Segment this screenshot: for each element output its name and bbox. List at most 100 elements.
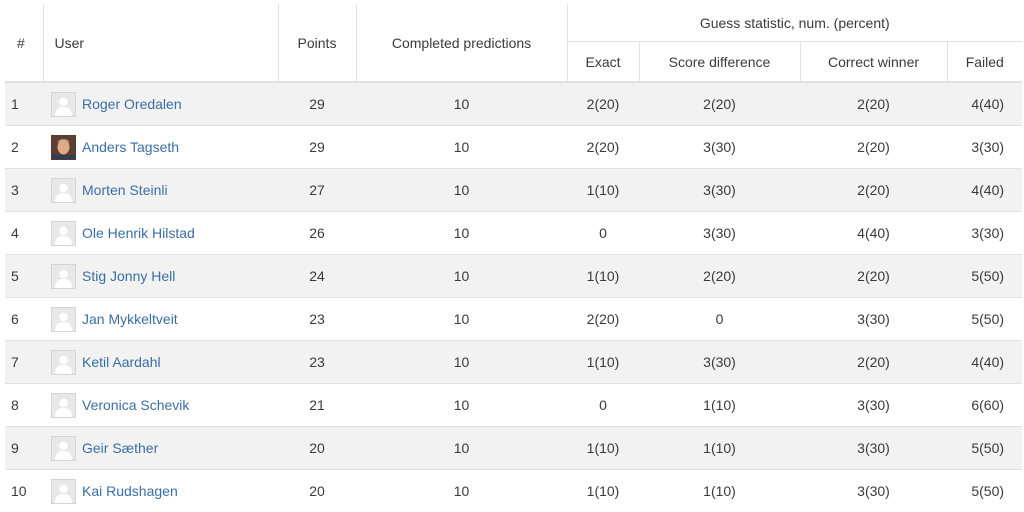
- correct-winner-cell: 3(30): [800, 426, 947, 470]
- table-row: 6 Jan Mykkeltveit 23 10 2(20) 0 3(30) 5(…: [5, 297, 1023, 341]
- score-difference-cell: 3(30): [639, 340, 800, 384]
- rank-cell: 2: [5, 125, 43, 169]
- user-cell: Roger Oredalen: [43, 81, 278, 126]
- failed-cell: 3(30): [947, 211, 1023, 255]
- user-cell: Veronica Schevik: [43, 383, 278, 427]
- default-avatar-icon[interactable]: [51, 435, 76, 461]
- completed-predictions-cell: 10: [356, 426, 567, 470]
- user-link[interactable]: Ketil Aardahl: [82, 354, 161, 370]
- points-cell: 29: [278, 81, 356, 126]
- score-difference-cell: 2(20): [639, 81, 800, 126]
- score-difference-cell: 3(30): [639, 125, 800, 169]
- score-difference-cell: 3(30): [639, 168, 800, 212]
- completed-predictions-cell: 10: [356, 125, 567, 169]
- default-avatar-icon[interactable]: [51, 478, 76, 504]
- failed-cell: 5(50): [947, 297, 1023, 341]
- score-difference-cell: 0: [639, 297, 800, 341]
- user-link[interactable]: Ole Henrik Hilstad: [82, 225, 195, 241]
- failed-cell: 4(40): [947, 340, 1023, 384]
- user-link[interactable]: Stig Jonny Hell: [82, 268, 175, 284]
- points-cell: 20: [278, 469, 356, 512]
- user-link[interactable]: Roger Oredalen: [82, 96, 182, 112]
- user-cell: Jan Mykkeltveit: [43, 297, 278, 341]
- table-row: 3 Morten Steinli 27 10 1(10) 3(30) 2(20)…: [5, 168, 1023, 212]
- score-difference-header: Score difference: [638, 41, 800, 83]
- table-header: # User Points Completed predictions Gues…: [5, 4, 1023, 83]
- rank-cell: 5: [5, 254, 43, 298]
- exact-cell: 1(10): [567, 340, 639, 384]
- completed-predictions-cell: 10: [356, 254, 567, 298]
- rank-cell: 6: [5, 297, 43, 341]
- user-cell: Morten Steinli: [43, 168, 278, 212]
- leaderboard-table: # User Points Completed predictions Gues…: [5, 4, 1023, 512]
- user-photo-avatar[interactable]: [51, 134, 76, 160]
- completed-predictions-cell: 10: [356, 81, 567, 126]
- table-row: 5 Stig Jonny Hell 24 10 1(10) 2(20) 2(20…: [5, 254, 1023, 298]
- exact-header: Exact: [566, 41, 639, 83]
- correct-winner-cell: 3(30): [800, 383, 947, 427]
- user-link[interactable]: Jan Mykkeltveit: [82, 311, 178, 327]
- user-link[interactable]: Morten Steinli: [82, 182, 168, 198]
- table-row: 9 Geir Sæther 20 10 1(10) 1(10) 3(30) 5(…: [5, 426, 1023, 470]
- points-header: Points: [277, 4, 356, 83]
- user-link[interactable]: Kai Rudshagen: [82, 483, 178, 499]
- failed-cell: 4(40): [947, 168, 1023, 212]
- exact-cell: 0: [567, 383, 639, 427]
- rank-cell: 8: [5, 383, 43, 427]
- correct-winner-cell: 2(20): [800, 168, 947, 212]
- default-avatar-icon[interactable]: [51, 392, 76, 418]
- failed-cell: 6(60): [947, 383, 1023, 427]
- failed-cell: 4(40): [947, 81, 1023, 126]
- correct-winner-cell: 4(40): [800, 211, 947, 255]
- user-cell: Anders Tagseth: [43, 125, 278, 169]
- score-difference-cell: 1(10): [639, 426, 800, 470]
- default-avatar-icon[interactable]: [51, 349, 76, 375]
- completed-predictions-header: Completed predictions: [355, 4, 567, 83]
- correct-winner-cell: 2(20): [800, 125, 947, 169]
- user-link[interactable]: Geir Sæther: [82, 440, 158, 456]
- rank-cell: 10: [5, 469, 43, 512]
- correct-winner-cell: 2(20): [800, 340, 947, 384]
- completed-predictions-cell: 10: [356, 340, 567, 384]
- failed-cell: 3(30): [947, 125, 1023, 169]
- default-avatar-icon[interactable]: [51, 220, 76, 246]
- correct-winner-cell: 2(20): [800, 81, 947, 126]
- correct-winner-cell: 2(20): [800, 254, 947, 298]
- table-row: 7 Ketil Aardahl 23 10 1(10) 3(30) 2(20) …: [5, 340, 1023, 384]
- score-difference-cell: 2(20): [639, 254, 800, 298]
- points-cell: 23: [278, 340, 356, 384]
- points-cell: 27: [278, 168, 356, 212]
- completed-predictions-cell: 10: [356, 297, 567, 341]
- exact-cell: 2(20): [567, 81, 639, 126]
- default-avatar-icon[interactable]: [51, 263, 76, 289]
- exact-cell: 2(20): [567, 297, 639, 341]
- failed-cell: 5(50): [947, 469, 1023, 512]
- table-row: 10 Kai Rudshagen 20 10 1(10) 1(10) 3(30)…: [5, 469, 1023, 512]
- default-avatar-icon[interactable]: [51, 91, 76, 117]
- table-row: 4 Ole Henrik Hilstad 26 10 0 3(30) 4(40)…: [5, 211, 1023, 255]
- default-avatar-icon[interactable]: [51, 177, 76, 203]
- table-row: 8 Veronica Schevik 21 10 0 1(10) 3(30) 6…: [5, 383, 1023, 427]
- user-link[interactable]: Anders Tagseth: [82, 139, 179, 155]
- user-link[interactable]: Veronica Schevik: [82, 397, 189, 413]
- default-avatar-icon[interactable]: [51, 306, 76, 332]
- points-cell: 26: [278, 211, 356, 255]
- score-difference-cell: 1(10): [639, 383, 800, 427]
- failed-header: Failed: [946, 41, 1023, 83]
- user-cell: Ketil Aardahl: [43, 340, 278, 384]
- exact-cell: 2(20): [567, 125, 639, 169]
- exact-cell: 1(10): [567, 254, 639, 298]
- completed-predictions-cell: 10: [356, 469, 567, 512]
- exact-cell: 1(10): [567, 168, 639, 212]
- failed-cell: 5(50): [947, 426, 1023, 470]
- points-cell: 20: [278, 426, 356, 470]
- user-cell: Stig Jonny Hell: [43, 254, 278, 298]
- correct-winner-cell: 3(30): [800, 469, 947, 512]
- completed-predictions-cell: 10: [356, 168, 567, 212]
- user-cell: Ole Henrik Hilstad: [43, 211, 278, 255]
- user-header: User: [42, 4, 278, 83]
- exact-cell: 1(10): [567, 426, 639, 470]
- failed-cell: 5(50): [947, 254, 1023, 298]
- score-difference-cell: 1(10): [639, 469, 800, 512]
- completed-predictions-cell: 10: [356, 211, 567, 255]
